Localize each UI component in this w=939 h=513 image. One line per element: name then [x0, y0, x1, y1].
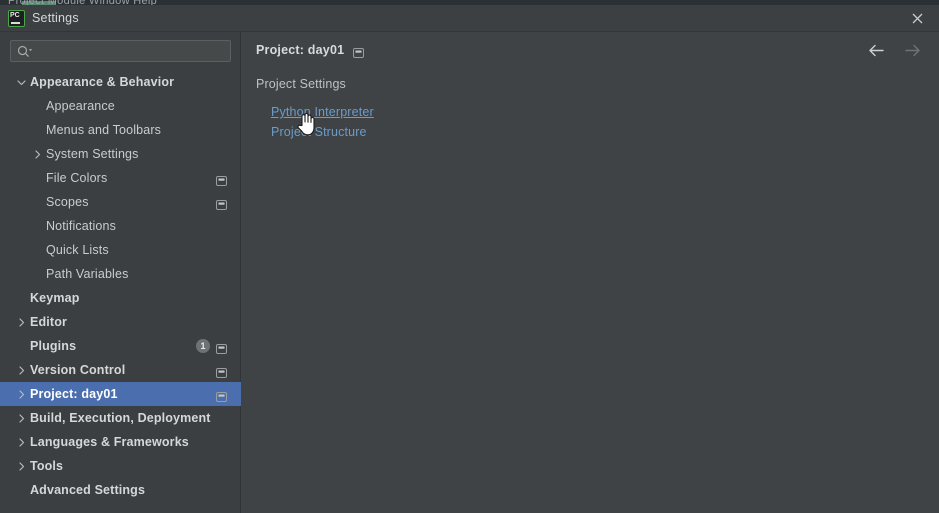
chevron-right-icon[interactable] — [15, 316, 27, 328]
chevron-right-icon[interactable] — [15, 364, 27, 376]
sidebar-item-label: Build, Execution, Deployment — [30, 411, 211, 425]
sidebar-item-label: Appearance — [46, 99, 115, 113]
sidebar-item-label: Languages & Frameworks — [30, 435, 189, 449]
settings-window-icon[interactable] — [216, 389, 227, 402]
title-bar: PC Settings — [0, 5, 939, 32]
sidebar-item-label: Keymap — [30, 291, 80, 305]
chevron-right-icon[interactable] — [15, 388, 27, 400]
search-box[interactable] — [10, 40, 231, 62]
chevron-right-icon[interactable] — [15, 460, 27, 472]
sidebar-item-appearance-behavior[interactable]: Appearance & Behavior — [0, 70, 241, 94]
section-label: Project Settings — [256, 77, 346, 91]
settings-sidebar: Appearance & Behavior Appearance Menus and… — [0, 32, 241, 513]
sidebar-item-label: Version Control — [30, 363, 126, 377]
pycharm-icon-text: PC — [10, 12, 20, 19]
sidebar-item-label: Notifications — [46, 219, 117, 233]
pycharm-icon: PC — [8, 10, 25, 27]
link-project-structure[interactable]: Project Structure — [271, 122, 367, 142]
update-count-badge: 1 — [196, 339, 210, 353]
sidebar-item-label: Path Variables — [46, 267, 129, 281]
close-icon — [912, 13, 922, 24]
settings-window-icon[interactable] — [216, 173, 227, 186]
chevron-right-icon[interactable] — [15, 412, 27, 424]
window-title: Settings — [32, 11, 79, 25]
sidebar-item-file-colors[interactable]: File Colors — [0, 166, 241, 190]
navigation-arrows — [868, 43, 921, 58]
sidebar-item-label: Tools — [30, 459, 64, 473]
search-icon — [17, 45, 33, 59]
sidebar-item-label: Advanced Settings — [30, 483, 146, 497]
sidebar-item-version-control[interactable]: Version Control — [0, 358, 241, 382]
page-title: Project: day01 — [256, 43, 345, 57]
chevron-right-icon[interactable] — [31, 148, 43, 160]
search-field-wrapper[interactable] — [10, 40, 231, 62]
sidebar-item-keymap[interactable]: Keymap — [0, 286, 241, 310]
settings-window-icon[interactable] — [216, 197, 227, 210]
settings-window-icon[interactable] — [216, 365, 227, 378]
sidebar-item-label: System Settings — [46, 147, 139, 161]
sidebar-item-plugins[interactable]: Plugins 1 — [0, 334, 241, 358]
search-input[interactable] — [36, 41, 226, 61]
settings-main-panel: Project: day01 Project Settings Python I… — [241, 32, 939, 513]
sidebar-item-label: Appearance & Behavior — [30, 75, 175, 89]
link-python-interpreter[interactable]: Python Interpreter — [271, 102, 374, 122]
settings-window-icon[interactable] — [353, 45, 365, 58]
sidebar-item-label: Quick Lists — [46, 243, 109, 257]
sidebar-item-languages-frameworks[interactable]: Languages & Frameworks — [0, 430, 241, 454]
sidebar-item-editor[interactable]: Editor — [0, 310, 241, 334]
sidebar-item-path-variables[interactable]: Path Variables — [0, 262, 241, 286]
sidebar-item-appearance[interactable]: Appearance — [0, 94, 241, 118]
sidebar-item-label: Editor — [30, 315, 68, 329]
sidebar-item-label: Plugins — [30, 339, 77, 353]
settings-window-icon[interactable] — [216, 341, 227, 354]
sidebar-item-label: File Colors — [46, 171, 108, 185]
sidebar-item-notifications[interactable]: Notifications — [0, 214, 241, 238]
sidebar-item-tools[interactable]: Tools — [0, 454, 241, 478]
sidebar-item-label: Project: day01 — [30, 387, 118, 401]
sidebar-item-label: Scopes — [46, 195, 89, 209]
sidebar-item-label: Menus and Toolbars — [46, 123, 162, 137]
pycharm-icon-bar — [11, 22, 20, 24]
settings-tree: Appearance & Behavior Appearance Menus and… — [0, 70, 241, 502]
back-arrow-button[interactable] — [868, 43, 885, 58]
chevron-down-icon[interactable] — [15, 76, 27, 88]
forward-arrow-button[interactable] — [904, 43, 921, 58]
sidebar-item-system-settings[interactable]: System Settings — [0, 142, 241, 166]
main-panel-header: Project: day01 — [256, 43, 365, 58]
settings-dialog: Project Module Window Help PC Settings — [0, 0, 939, 513]
sidebar-item-menus-and-toolbars[interactable]: Menus and Toolbars — [0, 118, 241, 142]
sidebar-item-quick-lists[interactable]: Quick Lists — [0, 238, 241, 262]
sidebar-item-advanced-settings[interactable]: Advanced Settings — [0, 478, 241, 502]
close-button[interactable] — [895, 5, 939, 32]
project-settings-links: Python Interpreter Project Structure — [271, 102, 374, 142]
dialog-body: Appearance & Behavior Appearance Menus and… — [0, 32, 939, 513]
chevron-right-icon[interactable] — [15, 436, 27, 448]
sidebar-item-scopes[interactable]: Scopes — [0, 190, 241, 214]
sidebar-item-build-execution-deployment[interactable]: Build, Execution, Deployment — [0, 406, 241, 430]
sidebar-item-project-day01[interactable]: Project: day01 — [0, 382, 241, 406]
